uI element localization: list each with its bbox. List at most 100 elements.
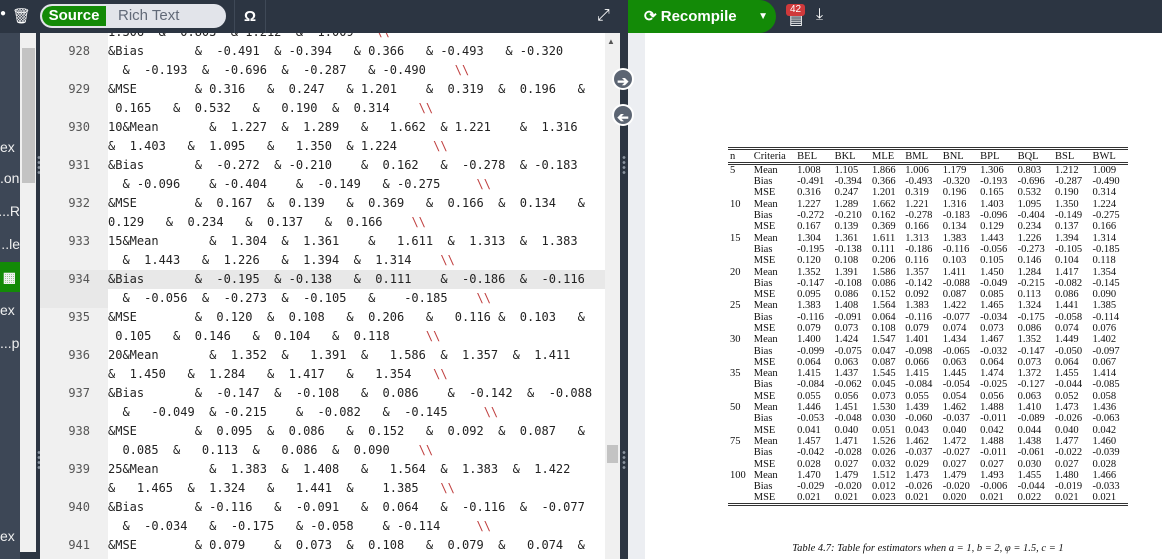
table-cell: Bias	[753, 345, 773, 357]
line-number: 936	[68, 348, 90, 362]
table-cell: 1.446	[797, 402, 821, 414]
table-cell: 1.488	[980, 402, 1004, 414]
table-cell: 1.226	[1017, 232, 1042, 244]
table-cell: 1.436	[1092, 402, 1117, 414]
table-cell: -0.273	[1017, 243, 1045, 255]
table-cell: 1.357	[905, 266, 929, 278]
code-row: 25&Mean & 1.383 & 1.408 & 1.564 & 1.383 …	[108, 462, 571, 476]
table-cell: 0.532	[1017, 187, 1042, 199]
table-row: 5 Mean 1.008 1.105 1.866 1.006 1.179 1.306 0.803…	[728, 164, 1128, 177]
table-cell: 1.372	[1017, 368, 1042, 380]
sync-to-code-button[interactable]: ➔	[612, 104, 634, 126]
code-text: & 1.443 & 1.226 & 1.394 & 1.314	[108, 253, 441, 267]
table-row: MSE 0.021 0.021 0.023 0.021 0.020 0.021 0.022 0.…	[728, 492, 1128, 505]
table-cell: Mean	[753, 165, 778, 176]
table-cell: 0.055	[905, 390, 929, 402]
edit-icon[interactable]: ●	[0, 8, 6, 19]
table-cell: 15	[730, 232, 741, 244]
table-row: MSE 0.079 0.073 0.108 0.079 0.074 0.073 0.086 0.…	[728, 323, 1128, 334]
table-cell: -0.042	[797, 447, 825, 459]
table-cell: 0.066	[905, 356, 929, 368]
editor-scroll-thumb[interactable]	[607, 445, 618, 463]
code-row: 0.165 & 0.532 & 0.190 & 0.314 \\	[108, 99, 605, 118]
table-cell: 0.086	[1017, 323, 1042, 334]
table-cell: -0.033	[1092, 481, 1120, 493]
sync-to-pdf-button[interactable]: ➔	[612, 68, 634, 90]
table-cell: -0.026	[905, 481, 933, 493]
table-cell: -0.053	[797, 413, 825, 425]
table-cell: Mean	[753, 198, 778, 210]
file-tree-item[interactable]: ex	[0, 132, 20, 162]
line-number: 929	[68, 82, 90, 96]
table-cell: Mean	[753, 300, 778, 312]
code-editor[interactable]: 1.306 & 0.803 & 1.212 & 1.009 \\ &Bias & …	[108, 33, 605, 559]
table-cell: 1.479	[942, 469, 967, 481]
table-cell: -0.084	[797, 379, 825, 391]
download-icon[interactable]: ⤓	[816, 6, 823, 24]
file-tree-item[interactable]: R...	[0, 196, 20, 226]
file-tree-scroll-thumb[interactable]	[22, 48, 35, 183]
table-cell: 0.040	[834, 424, 859, 436]
table-row: 50 Mean 1.446 1.451 1.530 1.439 1.462 1.488 1.41…	[728, 402, 1128, 413]
table-cell: 1.472	[942, 435, 967, 447]
table-cell: -0.050	[1055, 345, 1083, 357]
table-row: Bias -0.147 -0.108 0.086 -0.142 -0.088 -0.049-…	[728, 278, 1128, 289]
code-text: 0.129 & 0.234 & 0.137 & 0.166	[108, 215, 412, 229]
table-cell: 1.403	[980, 198, 1004, 210]
table-cell: 0.076	[1092, 323, 1117, 334]
table-cell	[728, 210, 752, 221]
table-cell: 0.030	[872, 413, 896, 425]
table-cell: 0.085	[980, 289, 1004, 301]
table-cell: 0.047	[872, 345, 896, 357]
table-cell: 1.324	[1017, 300, 1042, 312]
table-cell: 1.465	[980, 300, 1004, 312]
trash-icon[interactable]: 🗑	[12, 7, 31, 25]
file-tree-item[interactable]: le...	[0, 229, 20, 259]
file-tree-item[interactable]: p...	[0, 328, 20, 358]
table-cell: 1.474	[980, 368, 1004, 380]
table-cell: 1.401	[905, 334, 929, 346]
table-cell: 1.221	[905, 198, 929, 210]
table-cell: 1.105	[834, 165, 859, 176]
table-cell: 0.055	[797, 390, 821, 402]
column-header: BKL	[832, 147, 871, 165]
table-cell: Bias	[753, 277, 773, 289]
code-row: 0.105 & 0.146 & 0.104 & 0.118 \\	[108, 327, 605, 346]
file-tree-item-active[interactable]: ▦	[0, 262, 20, 292]
table-cell: -0.183	[942, 210, 970, 222]
table-cell: 0.056	[980, 390, 1004, 402]
table-cell: 0.063	[942, 356, 967, 368]
chevron-down-icon[interactable]: ▼	[758, 0, 768, 33]
table-cell: 1.424	[834, 334, 859, 346]
file-tree-item[interactable]: ex	[0, 295, 20, 325]
table-cell: 0.063	[834, 356, 859, 368]
table-cell: -0.491	[797, 176, 825, 188]
table-cell: -0.116	[797, 311, 824, 323]
table-cell: 1.477	[1055, 435, 1079, 447]
table-cell: 1.467	[980, 334, 1004, 346]
file-name: p...	[0, 335, 20, 351]
table-cell: 20	[730, 266, 741, 278]
rich-text-mode-button[interactable]: Rich Text	[106, 6, 179, 26]
source-mode-button[interactable]: Source	[42, 6, 106, 26]
table-cell: -0.063	[1092, 413, 1120, 425]
line-break-token: \\	[483, 405, 499, 419]
expand-icon[interactable]: ⤢	[597, 7, 610, 25]
table-row: 100 Mean 1.470 1.479 1.512 1.473 1.479 1.493 1.4…	[728, 470, 1128, 481]
scroll-up-icon[interactable]: ▲	[607, 37, 615, 46]
table-cell: 25	[730, 300, 741, 312]
table-cell: -0.138	[834, 243, 862, 255]
table-cell: -0.082	[1055, 277, 1083, 289]
table-cell	[728, 413, 752, 424]
column-header: BPL	[978, 147, 1016, 165]
table-row: 10 Mean 1.227 1.289 1.662 1.221 1.316 1.403 1.09…	[728, 199, 1128, 210]
symbol-palette-button[interactable]: Ω	[234, 0, 266, 33]
table-cell: -0.096	[980, 210, 1008, 222]
file-tree-item[interactable]: ex	[0, 521, 20, 551]
table-cell: 0.319	[905, 187, 929, 199]
column-header: BML	[903, 147, 941, 165]
table-cell: 0.086	[872, 277, 896, 289]
table-cell: 0.152	[872, 289, 896, 301]
recompile-button[interactable]: ⟳ Recompile ▼	[628, 0, 776, 33]
file-tree-item[interactable]: on.	[0, 163, 20, 193]
